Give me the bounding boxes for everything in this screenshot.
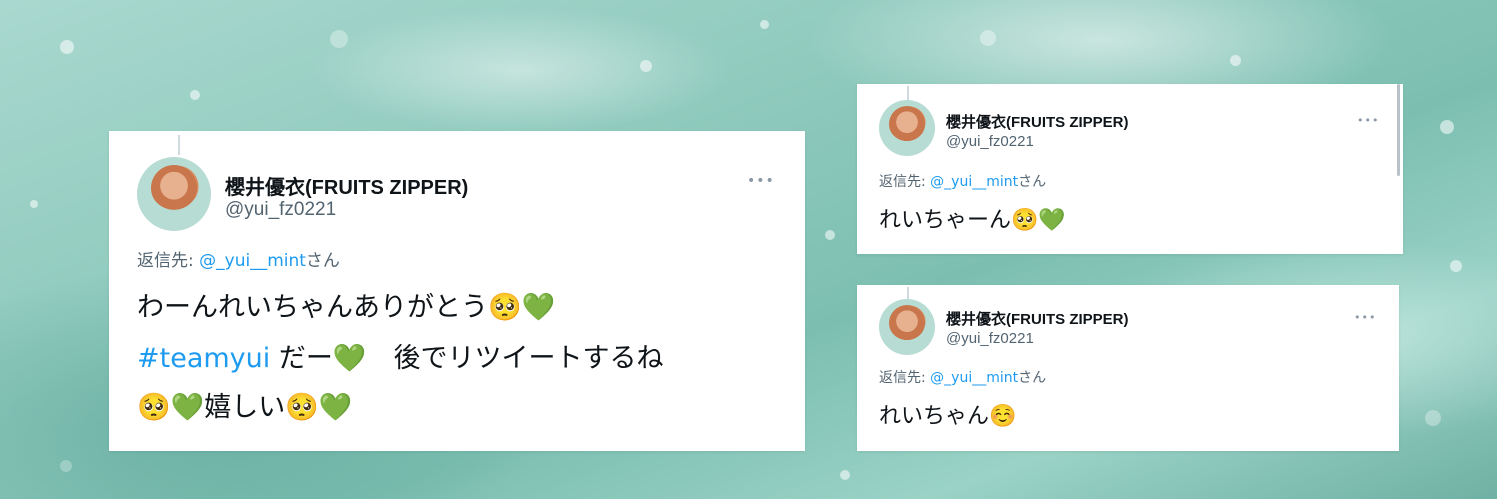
tweet-text-line: 🥺💚嬉しい🥺💚 (137, 392, 353, 423)
reply-prefix: 返信先: (879, 174, 931, 190)
more-options-icon[interactable]: ••• (1357, 114, 1379, 127)
tweet-card[interactable]: 櫻井優衣(FRUITS ZIPPER) @yui_fz0221 ••• 返信先:… (109, 131, 805, 451)
reply-suffix: さん (1018, 174, 1047, 190)
reply-mention-link[interactable]: @_yui__mint (930, 370, 1018, 386)
tweet-text-segment: だー💚 後でリツイートするね (270, 343, 664, 374)
tweet-card[interactable]: 櫻井優衣(FRUITS ZIPPER) @yui_fz0221 ••• 返信先:… (857, 285, 1399, 451)
tweet-text-line: わーんれいちゃんありがとう🥺💚 (137, 292, 556, 323)
thread-connector (907, 86, 909, 100)
display-name[interactable]: 櫻井優衣(FRUITS ZIPPER) (946, 308, 1129, 329)
reply-suffix: さん (1018, 370, 1047, 386)
sparkle (1450, 260, 1462, 272)
tweet-card[interactable]: 櫻井優衣(FRUITS ZIPPER) @yui_fz0221 ••• 返信先:… (857, 84, 1403, 254)
reply-to-line: 返信先: @_yui__mintさん (879, 171, 1046, 191)
username-handle[interactable]: @yui_fz0221 (946, 330, 1034, 347)
sparkle (60, 460, 72, 472)
sparkle (1230, 55, 1241, 66)
sparkle (30, 200, 38, 208)
sparkle (60, 40, 74, 54)
display-name[interactable]: 櫻井優衣(FRUITS ZIPPER) (946, 111, 1129, 132)
sparkle (980, 30, 996, 46)
more-options-icon[interactable]: ••• (1354, 311, 1376, 324)
display-name[interactable]: 櫻井優衣(FRUITS ZIPPER) (225, 171, 468, 200)
username-handle[interactable]: @yui_fz0221 (225, 199, 336, 221)
more-options-icon[interactable]: ••• (747, 173, 775, 189)
reply-prefix: 返信先: (879, 370, 931, 386)
sparkle (840, 470, 850, 480)
thread-connector (907, 287, 909, 299)
tweet-text-line: れいちゃーん🥺💚 (879, 208, 1066, 233)
thread-connector (178, 135, 180, 155)
reply-suffix: さん (305, 251, 340, 271)
avatar[interactable] (879, 100, 935, 156)
username-handle[interactable]: @yui_fz0221 (946, 133, 1034, 150)
reply-to-line: 返信先: @_yui__mintさん (879, 367, 1046, 387)
avatar[interactable] (137, 157, 211, 231)
sparkle (1440, 120, 1454, 134)
reply-mention-link[interactable]: @_yui__mint (930, 174, 1018, 190)
sparkle (190, 90, 200, 100)
reply-mention-link[interactable]: @_yui__mint (199, 251, 306, 271)
reply-to-line: 返信先: @_yui__mintさん (137, 246, 340, 271)
reply-prefix: 返信先: (137, 251, 200, 271)
scrollbar[interactable] (1397, 84, 1400, 176)
tweet-text-line: れいちゃん☺️ (879, 404, 1017, 429)
sparkle (330, 30, 348, 48)
sparkle (1425, 410, 1441, 426)
hashtag-link[interactable]: #teamyui (137, 343, 270, 374)
sparkle (760, 20, 769, 29)
avatar[interactable] (879, 299, 935, 355)
sparkle (825, 230, 835, 240)
sparkle (640, 60, 652, 72)
tweet-text-line: #teamyui だー💚 後でリツイートするね (137, 336, 663, 375)
